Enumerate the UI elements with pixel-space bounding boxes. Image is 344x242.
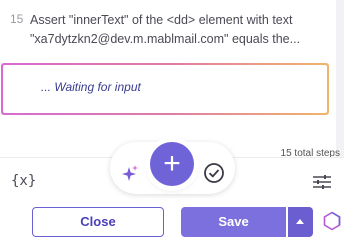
- variables-icon[interactable]: {x}: [11, 173, 36, 189]
- step-input-box[interactable]: ... Waiting for input: [1, 63, 329, 115]
- step-number: 15: [10, 12, 24, 26]
- save-button[interactable]: Save: [181, 207, 286, 237]
- scrollbar-track[interactable]: [336, 0, 344, 158]
- save-options-caret[interactable]: [288, 207, 313, 237]
- close-button[interactable]: Close: [32, 207, 164, 237]
- sliders-icon[interactable]: [312, 175, 332, 189]
- sparkle-icon[interactable]: [118, 163, 140, 185]
- step-description-line-1: Assert "innerText" of the <dd> element w…: [30, 13, 293, 27]
- mabl-logo-icon: [322, 211, 342, 231]
- step-row[interactable]: 15 Assert "innerText" of the <dd> elemen…: [0, 0, 336, 62]
- step-description-line-2: "xa7dytzkn2@dev.m.mablmail.com" equals t…: [30, 32, 301, 46]
- step-description: Assert "innerText" of the <dd> element w…: [30, 11, 330, 49]
- add-step-button[interactable]: +: [150, 142, 194, 186]
- plus-icon: +: [163, 147, 181, 180]
- check-circle-icon[interactable]: [203, 162, 225, 184]
- waiting-input-text: ... Waiting for input: [3, 65, 327, 113]
